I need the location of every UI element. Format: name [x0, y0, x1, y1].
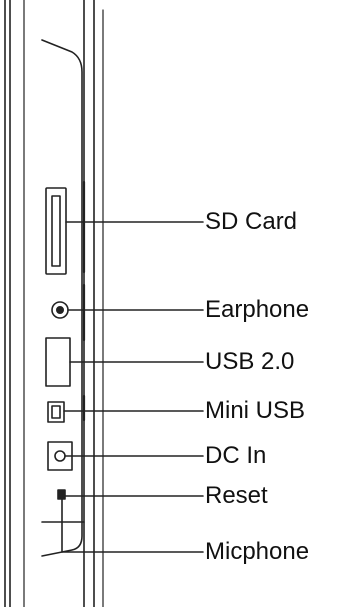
dc-in-pin — [54, 450, 66, 462]
label-reset: Reset — [205, 482, 268, 509]
sd-card-slot-inner — [51, 195, 61, 267]
label-usb: USB 2.0 — [205, 348, 295, 375]
label-earphone: Earphone — [205, 296, 310, 323]
usb-port — [45, 337, 71, 387]
sd-card-slot — [45, 187, 67, 275]
earphone-jack-inner — [55, 305, 64, 314]
side-panel-outline — [41, 39, 83, 557]
mini-usb-port-inner — [51, 405, 61, 419]
leader-line-micphone — [61, 498, 204, 553]
mini-usb-port — [47, 401, 65, 423]
label-micphone: Micphone — [205, 538, 310, 565]
reset-hole — [57, 489, 66, 500]
label-dc-in: DC In — [205, 442, 267, 469]
label-sd-card: SD Card — [205, 208, 298, 235]
label-mini-usb: Mini USB — [205, 397, 306, 424]
